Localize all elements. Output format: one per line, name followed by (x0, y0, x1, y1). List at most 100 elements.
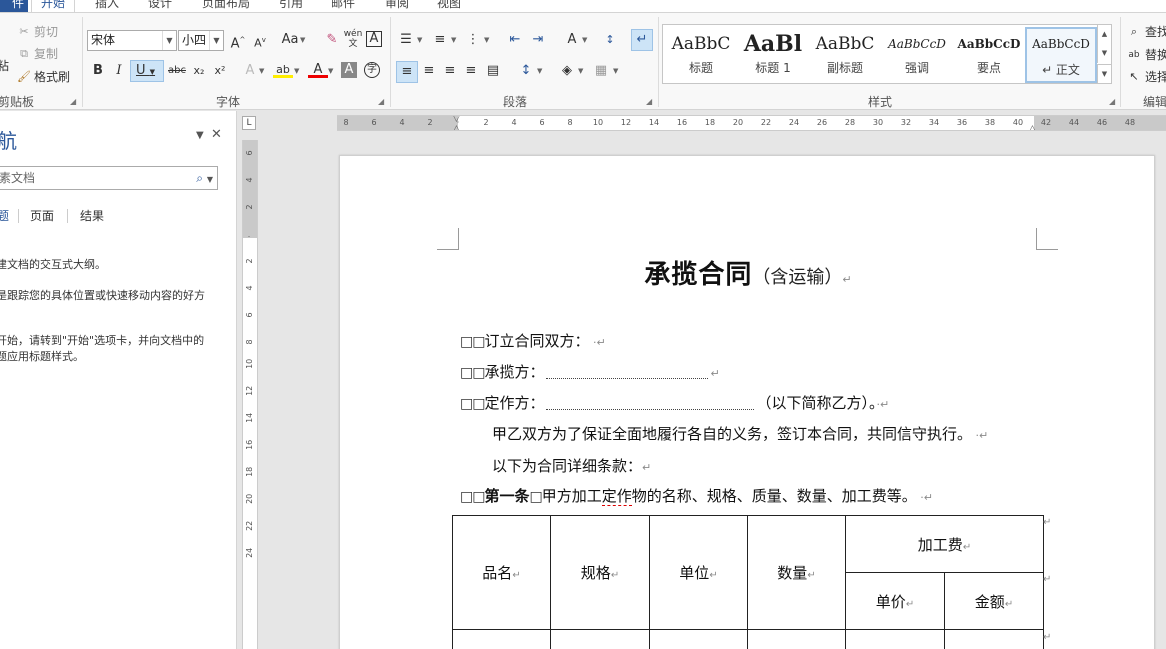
table-cell[interactable] (944, 629, 1044, 649)
phonetic-guide-icon[interactable]: wén 文 (343, 29, 363, 49)
table-cell[interactable] (452, 629, 551, 649)
chevron-down-icon[interactable]: ▼ (484, 36, 489, 44)
line-spacing-icon[interactable]: ↕ (516, 62, 536, 80)
table-cell[interactable] (845, 629, 945, 649)
tab-mailings[interactable]: 邮件 (331, 0, 355, 12)
character-border-icon[interactable]: A (366, 31, 382, 47)
tab-selector[interactable]: L (237, 111, 260, 135)
find-button[interactable]: 查找 (1145, 23, 1166, 41)
close-icon[interactable]: ✕ (211, 127, 222, 142)
clear-formatting-icon[interactable]: ✎ (322, 31, 342, 49)
tab-pages[interactable]: 页面 (30, 207, 54, 224)
chevron-down-icon[interactable]: ▼ (294, 67, 299, 75)
asian-layout-icon[interactable]: A (562, 31, 582, 49)
tab-page-layout[interactable]: 页面布局 (202, 0, 250, 12)
tab-review[interactable]: 审阅 (385, 0, 409, 12)
paragraph-launcher-icon[interactable]: ◢ (646, 97, 652, 106)
chevron-down-icon[interactable]: ▼ (300, 36, 305, 44)
styles-launcher-icon[interactable]: ◢ (1109, 97, 1115, 106)
gallery-scroll-down-icon[interactable]: ▼ (1097, 44, 1111, 63)
scissors-icon[interactable]: ✂ (14, 23, 34, 41)
subscript-icon[interactable]: x₂ (189, 62, 209, 80)
spelling-flag[interactable]: 定作 (601, 487, 632, 506)
distributed-icon[interactable]: ▤ (483, 62, 503, 80)
chevron-down-icon[interactable]: ▼ (451, 36, 456, 44)
chevron-down-icon[interactable]: ▼ (162, 31, 176, 50)
replace-button[interactable]: 替换 (1145, 46, 1166, 64)
chevron-down-icon[interactable]: ▼ (537, 67, 542, 75)
style-subtitle[interactable]: AaBbC 副标题 (809, 27, 881, 83)
horizontal-ruler[interactable]: 8 6 4 2 · 2 4 6 8 10 12 14 16 18 20 22 24 26 28 30 32 34 36 38 4… (337, 115, 1166, 131)
strikethrough-icon[interactable]: abc (167, 62, 187, 80)
align-center-icon[interactable]: ≡ (419, 62, 439, 80)
style-strong[interactable]: AaBbCcD 要点 (953, 27, 1025, 83)
table-header-cell[interactable]: 数量↵ (747, 515, 846, 630)
multilevel-list-icon[interactable]: ⋮ (463, 31, 483, 49)
decrease-indent-icon[interactable]: ⇤ (505, 31, 525, 49)
font-name-combo[interactable]: 宋体 ▼ (87, 30, 177, 51)
font-size-combo[interactable]: 小四 ▼ (178, 30, 224, 51)
table-header-cell[interactable]: 品名↵ (452, 515, 551, 630)
copy-icon[interactable]: ⧉ (14, 45, 34, 63)
table-header-cell[interactable]: 金额↵ (944, 572, 1044, 630)
hanging-indent-icon[interactable]: △ (453, 124, 460, 130)
underline-icon[interactable]: U ▼ (130, 60, 164, 82)
text-effects-icon[interactable]: A (240, 62, 260, 80)
tab-view[interactable]: 视图 (437, 0, 461, 12)
shrink-font-icon[interactable]: Av (250, 31, 270, 50)
first-line-indent-icon[interactable]: ▽ (453, 116, 460, 124)
table-cell[interactable] (550, 629, 650, 649)
table-header-cell[interactable]: 单位↵ (649, 515, 748, 630)
style-emphasis[interactable]: AaBbCcD 强调 (881, 27, 953, 83)
sort-icon[interactable]: ↕ (600, 31, 620, 49)
tab-design[interactable]: 设计 (148, 0, 172, 12)
highlight-icon[interactable]: ab (273, 61, 293, 78)
enclose-characters-icon[interactable]: 字 (364, 62, 380, 78)
search-icon[interactable]: ⌕ ▼ (196, 167, 213, 191)
tab-results[interactable]: 结果 (80, 207, 104, 224)
tab-insert[interactable]: 插入 (95, 0, 119, 12)
select-button[interactable]: 选择 (1145, 68, 1166, 86)
chevron-down-icon[interactable]: ▼ (196, 130, 204, 141)
table-header-cell[interactable]: 加工费↵ (845, 515, 1044, 573)
tab-home[interactable]: 开始 (31, 0, 76, 12)
format-painter-button[interactable]: 格式刷 (34, 68, 70, 86)
style-title[interactable]: AaBbC 标题 (665, 27, 737, 83)
numbering-icon[interactable]: ≡ (430, 31, 450, 49)
table-header-cell[interactable]: 规格↵ (550, 515, 650, 630)
replace-icon[interactable]: ab (1124, 46, 1144, 64)
clipboard-launcher-icon[interactable]: ◢ (70, 97, 76, 106)
show-paragraph-marks-icon[interactable]: ↵ (631, 29, 653, 51)
chevron-down-icon[interactable]: ▼ (613, 67, 618, 75)
navigation-search-field[interactable]: 素文档 ⌕ ▼ (0, 166, 218, 190)
increase-indent-icon[interactable]: ⇥ (528, 31, 548, 49)
table-header-cell[interactable]: 单价↵ (845, 572, 945, 630)
justify-icon[interactable]: ≡ (461, 62, 481, 80)
document-page[interactable]: 承揽合同（含运输）↵ □□订立合同双方： ·↵ □□承揽方： ↵ □□定作方： （以… (339, 155, 1155, 649)
tab-file[interactable]: 件 (0, 0, 28, 12)
gallery-more-icon[interactable]: ▼ (1097, 64, 1111, 83)
change-case-icon[interactable]: Aa (280, 31, 300, 49)
chevron-down-icon[interactable]: ▼ (417, 36, 422, 44)
select-cursor-icon[interactable]: ↖ (1124, 68, 1144, 86)
superscript-icon[interactable]: x² (210, 62, 230, 80)
ordering-party-blank[interactable] (546, 398, 755, 410)
gallery-scroll-up-icon[interactable]: ▲ (1097, 25, 1111, 44)
contractor-blank[interactable] (546, 367, 709, 379)
align-left-icon[interactable]: ≡ (396, 61, 418, 83)
copy-button[interactable]: 复制 (34, 45, 58, 63)
bullets-icon[interactable]: ☰ (396, 31, 416, 49)
character-shading-icon[interactable]: A (341, 62, 357, 78)
vertical-ruler[interactable]: 6 4 2 · 2 4 6 8 10 12 14 16 18 20 22 24 (242, 140, 258, 649)
table-cell[interactable] (649, 629, 748, 649)
chevron-down-icon[interactable]: ▼ (209, 31, 223, 50)
font-launcher-icon[interactable]: ◢ (378, 97, 384, 106)
shading-icon[interactable]: ◈ (557, 62, 577, 80)
font-color-icon[interactable]: A (308, 61, 328, 78)
grow-font-icon[interactable]: A^ (228, 31, 248, 51)
tab-references[interactable]: 引用 (279, 0, 303, 12)
tab-stop-icon[interactable]: L (242, 116, 256, 130)
cut-button[interactable]: 剪切 (34, 23, 58, 41)
chevron-down-icon[interactable]: ▼ (582, 36, 587, 44)
align-right-icon[interactable]: ≡ (440, 62, 460, 80)
